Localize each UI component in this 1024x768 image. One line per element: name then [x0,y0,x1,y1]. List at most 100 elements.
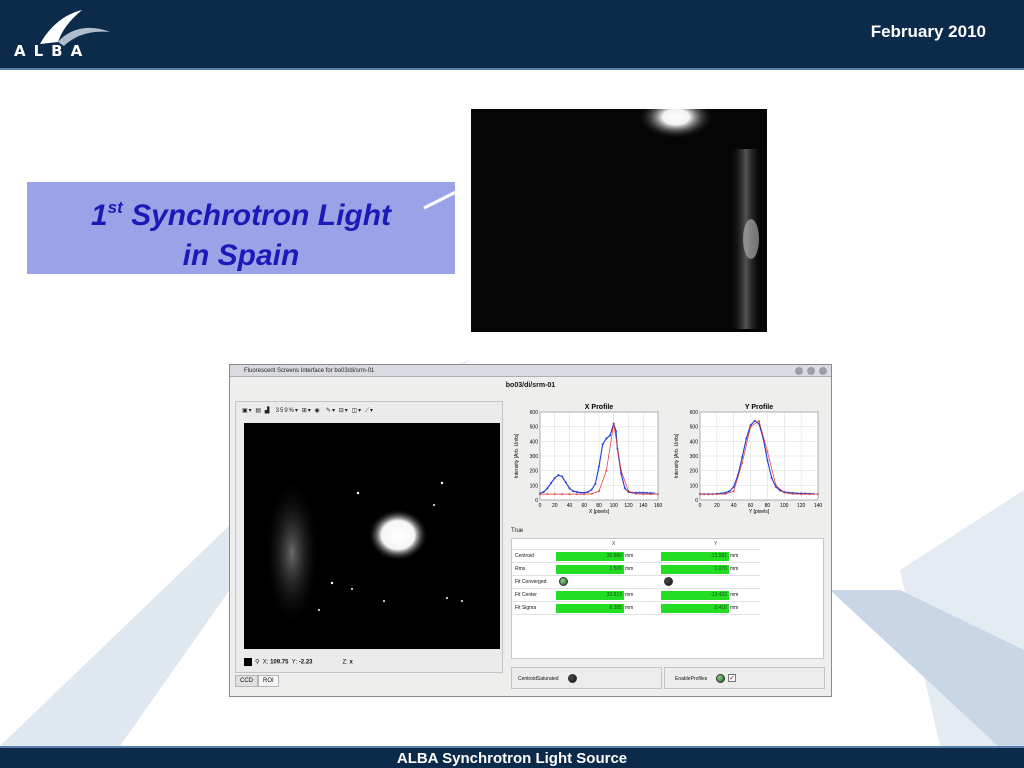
y-tick-label: 100 [530,483,539,489]
fit-sigma-x-unit: mm [625,605,634,611]
callout-line-2: in Spain [182,239,300,272]
rms-x-unit: mm [625,566,634,572]
centroid-saturated-box: CentroidSaturated [511,667,662,689]
callout-number: 1 [90,199,108,232]
x-tick-label: 0 [539,503,542,509]
x-tick-label: 20 [714,503,720,509]
centroid-x-cell: 32.880 mm [556,552,646,561]
brand-name: ALBA [14,42,91,60]
col-header-x: X [612,541,616,547]
centroid-y-cell: -13.581 mm [661,552,751,561]
row-separator [512,601,760,602]
pointer-icon[interactable] [244,658,252,666]
fit-sigma-y-value: 0.416 [661,604,729,613]
callout-superscript: st [107,198,123,217]
rect-icon[interactable]: ◫▾ [351,408,362,414]
zoom-select[interactable]: 359% [276,408,295,414]
x-profile-chart: X Profile0 20 40 60 80 100 120 140 1600100200300… [508,401,663,523]
x-tick-label: 100 [780,503,789,509]
histogram-icon[interactable]: ▟ [265,408,271,414]
grid-icon[interactable]: ⊟▾ [339,408,349,414]
y-tick-label: 400 [530,439,539,445]
x-tick-label: 140 [639,503,648,509]
col-header-y: Y [714,541,718,547]
callout-line-1: 1st Synchrotron Light [27,188,455,236]
x-tick-label: 40 [567,503,573,509]
y-axis-label: Intensity [Arb. Units] [674,433,680,478]
x-tick-label: 160 [654,503,663,509]
ccd-image[interactable] [244,423,500,649]
x-tick-label: 20 [552,503,558,509]
centroid-x-value: 32.880 [556,552,624,561]
centroid-saturated-led-icon [568,674,577,683]
fit-center-y-cell: -13.422 mm [661,591,751,600]
row-separator [512,549,760,550]
centroid-y-value: -13.581 [661,552,729,561]
tab-ccd[interactable]: CCD [235,675,258,687]
callout-line1-text: Synchrotron Light [122,199,392,232]
centroid-y-unit: mm [730,553,739,559]
image-toolbar: ▣▾ ▤ ▟ 359%▾ ⊞▾ ◉ ✎▾ ⊟▾ ◫▾ ⟋▾ [242,407,374,415]
rms-x-cell: 1.506 mm [556,565,646,574]
y-tick-label: 500 [690,425,699,431]
row-label-rms: Rms [515,566,526,572]
x-tick-label: 140 [814,503,823,509]
enable-profiles-checkbox[interactable]: ✓ [728,674,736,682]
chart-title: X Profile [585,404,614,411]
y-tick-label: 600 [690,410,699,416]
line-tool-icon[interactable]: ⟋▾ [365,408,374,414]
window-title: Fluorescent Screens Interface for bo03/d… [244,368,375,374]
save-icon[interactable]: ▣▾ [242,408,253,414]
centroid-x-unit: mm [625,553,634,559]
row-separator [512,575,760,576]
fit-center-x-value: 33.513 [556,591,624,600]
fit-center-y-unit: mm [730,592,739,598]
x-tick-label: 100 [610,503,619,509]
x-tick-label: 60 [581,503,587,509]
fit-icon[interactable]: ⊞▾ [302,408,312,414]
fit-center-x-cell: 33.513 mm [556,591,646,600]
row-label-fit-converged: Fit Converged [515,579,547,585]
x-tick-label: 120 [797,503,806,509]
magnifier-icon[interactable]: ⚲ [255,660,259,666]
cursor-z-value: x [349,659,353,666]
row-label-centroid: Centroid [515,553,534,559]
colormap-icon[interactable]: ◉ [314,408,320,414]
beam-photo-graphic [638,109,763,329]
device-title: bo03/di/srm-01 [505,382,556,389]
tab-roi[interactable]: ROI [258,675,279,687]
fit-sigma-x-cell: 0.385 mm [556,604,646,613]
x-tick-label: 120 [624,503,633,509]
zoom-dropdown-icon[interactable]: ▾ [295,408,299,414]
header-bar: ALBA February 2010 [0,0,1024,70]
fit-sigma-x-value: 0.385 [556,604,624,613]
maximize-button[interactable] [807,367,815,375]
x-tick-label: 0 [699,503,702,509]
pen-icon[interactable]: ✎▾ [326,408,336,414]
enable-profiles-label: EnableProfiles [675,676,708,682]
centroid-saturated-label: CentroidSaturated [518,676,559,682]
footer-text: ALBA Synchrotron Light Source [396,750,628,767]
close-button[interactable] [819,367,827,375]
y-tick-label: 200 [690,469,699,475]
print-icon[interactable]: ▤ [255,408,262,414]
cursor-x-value: 109.75 [270,659,289,666]
footer-bar: ALBA Synchrotron Light Source [0,746,1024,768]
enable-profiles-box: EnableProfiles ✓ [664,667,825,689]
row-separator [512,588,760,589]
rms-y-cell: 1.070 mm [661,565,751,574]
y-tick-label: 300 [690,454,699,460]
rms-y-value: 1.070 [661,565,729,574]
rms-y-unit: mm [730,566,739,572]
fit-center-x-unit: mm [625,592,634,598]
minimize-button[interactable] [795,367,803,375]
y-tick-label: 200 [530,469,539,475]
callout-box: 1st Synchrotron Light in Spain [27,182,455,274]
true-label: True [511,528,524,534]
y-tick-label: 600 [530,410,539,416]
y-tick-label: 400 [690,439,699,445]
y-profile-chart: Y Profile0 20 40 60 80 100 120 1400100200300400… [668,401,823,523]
cursor-x-label: X: [262,659,269,666]
beam-photo [471,109,767,332]
x-tick-label: 40 [731,503,737,509]
